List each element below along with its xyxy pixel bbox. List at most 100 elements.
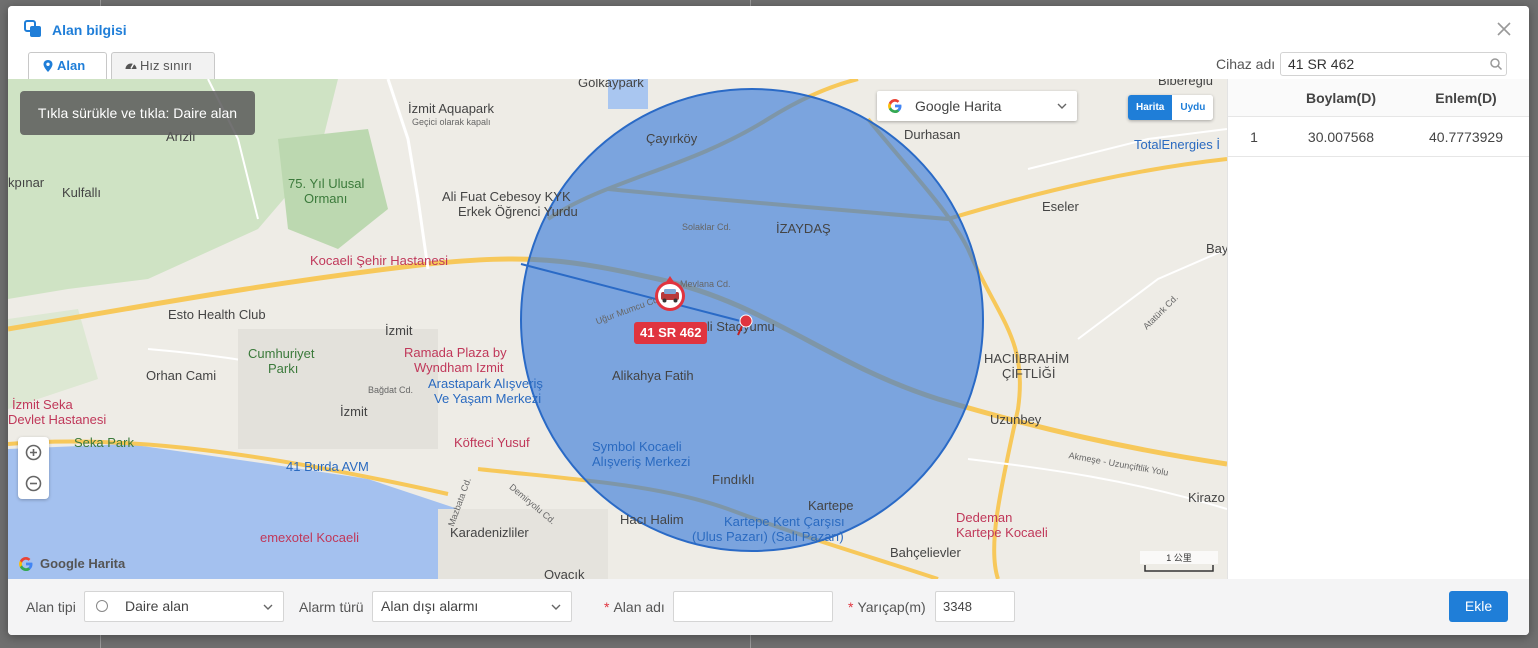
form-footer: Alan tipi Daire alan Alarm türü Alan dış… <box>8 579 1529 635</box>
map-label: Ormanı <box>304 191 348 206</box>
radius-input[interactable] <box>935 591 1015 622</box>
zoom-in-icon[interactable] <box>18 437 49 468</box>
zoom-out-icon[interactable] <box>18 468 49 499</box>
map-label: 75. Yıl Ulusal <box>288 176 365 191</box>
map-label: Bay <box>1206 241 1227 256</box>
map-label: Ovacık <box>544 567 585 579</box>
add-button[interactable]: Ekle <box>1449 591 1508 622</box>
map-view-toggle: Harita Uydu <box>1128 95 1214 120</box>
row-index: 1 <box>1250 129 1258 145</box>
tab-area[interactable]: Alan <box>28 52 107 79</box>
map-label: Orhan Cami <box>146 368 217 383</box>
alarm-type-label: Alarm türü <box>299 599 364 615</box>
speedometer-icon <box>125 63 137 69</box>
map-label: Bibereğlu <box>1158 79 1213 88</box>
map-canvas[interactable]: Gölkaypark İzmit Aquapark Geçici olarak … <box>8 79 1227 579</box>
area-info-modal: Alan bilgisi Alan Hız sınırı Cihaz adı 4… <box>8 6 1529 635</box>
map-label: (Ulus Pazarı) (Salı Pazarı) <box>692 529 844 544</box>
area-name-label: * Alan adı <box>604 599 665 615</box>
coordinates-table: Boylam(D) Enlem(D) 1 30.007568 40.777392… <box>1227 79 1529 579</box>
map-label: İzmit Aquapark <box>408 101 494 116</box>
map-label: İzmit Seka <box>12 397 73 412</box>
map-label: Geçici olarak kapalı <box>412 117 491 127</box>
search-icon[interactable] <box>1489 57 1503 71</box>
car-icon <box>655 276 685 311</box>
map-label: Alışveriş Merkezi <box>592 454 691 469</box>
longitude-cell: 30.007568 <box>1307 129 1375 145</box>
map-provider-select[interactable]: Google Harita <box>877 91 1077 121</box>
circle-shape-icon <box>96 600 108 612</box>
map-label: Hacı Halim <box>620 512 684 527</box>
chevron-down-icon <box>1057 103 1067 109</box>
alarm-type-value: Alan dışı alarmı <box>381 598 479 614</box>
map-label: HACIİBRAHİM <box>984 351 1070 366</box>
alarm-type-select[interactable]: Alan dışı alarmı <box>372 591 572 622</box>
tab-speed-limit-label: Hız sınırı <box>140 58 193 73</box>
map-label: Kulfallı <box>62 185 102 200</box>
map-label: Çayırköy <box>646 131 698 146</box>
map-label: Fındıklı <box>712 472 755 487</box>
pin-icon <box>737 314 753 336</box>
column-header <box>1228 79 1280 117</box>
map-label: emexotel Kocaeli <box>260 530 359 545</box>
map-label: Mevlana Cd. <box>680 279 731 289</box>
tab-area-label: Alan <box>57 58 86 73</box>
view-satellite-button[interactable]: Uydu <box>1172 95 1214 120</box>
map-base-layer <box>8 79 1227 579</box>
zoom-control <box>18 437 49 499</box>
vehicle-marker[interactable] <box>653 276 687 316</box>
close-icon[interactable] <box>1495 20 1513 38</box>
google-icon <box>19 557 33 571</box>
area-name-label-text: Alan adı <box>613 599 665 615</box>
latitude-cell: 40.7773929 <box>1429 129 1503 145</box>
map-label: Uzunbey <box>990 412 1042 427</box>
map-label: Parkı <box>268 361 299 376</box>
map-label: Devlet Hastanesi <box>8 412 107 427</box>
area-name-input[interactable] <box>673 591 833 622</box>
map-label: İzmit <box>385 323 413 338</box>
map-label: Bahçelievler <box>890 545 961 560</box>
map-label: Eseler <box>1042 199 1079 214</box>
required-marker: * <box>604 599 610 615</box>
column-header: Enlem(D) <box>1435 90 1497 106</box>
map-label: Dedeman <box>956 510 1013 525</box>
center-pin[interactable] <box>736 313 754 337</box>
map-label: Kartepe <box>808 498 854 513</box>
map-label: Kocaeli Şehir Hastanesi <box>310 253 449 268</box>
vehicle-label: 41 SR 462 <box>634 322 708 344</box>
map-label: Arastapark Alışveriş <box>428 376 543 391</box>
map-label: Ali Fuat Cebesoy KYK <box>442 189 571 204</box>
map-label: Karadenizliler <box>450 525 529 540</box>
modal-header: Alan bilgisi <box>8 6 1529 52</box>
map-label: Bağdat Cd. <box>368 385 414 395</box>
device-name-label: Cihaz adı <box>1216 56 1276 72</box>
chevron-down-icon <box>263 604 273 610</box>
radius-label-text: Yarıçap(m) <box>857 599 926 615</box>
map-label: Wyndham Izmit <box>414 360 504 375</box>
area-type-select[interactable]: Daire alan <box>84 591 284 622</box>
map-label: Solaklar Cd. <box>682 222 732 232</box>
area-type-value: Daire alan <box>125 598 189 614</box>
map-label: Köfteci Yusuf <box>454 435 530 450</box>
layers-icon <box>24 20 41 37</box>
map-label: Erkek Öğrenci Yurdu <box>458 204 578 219</box>
tab-speed-limit[interactable]: Hız sınırı <box>111 52 215 79</box>
map-label: Alikahya Fatih <box>612 368 694 383</box>
radius-label: * Yarıçap(m) <box>848 599 926 615</box>
map-label: 41 Burda AVM <box>286 459 369 474</box>
map-scale-text: 1 公里 <box>1140 551 1218 564</box>
device-search-input[interactable] <box>1280 52 1507 76</box>
map-label: Seka Park <box>74 435 134 450</box>
map-label: İZAYDAŞ <box>776 221 831 236</box>
draw-hint: Tıkla sürükle ve tıkla: Daire alan <box>20 91 255 135</box>
view-map-button[interactable]: Harita <box>1128 95 1173 120</box>
map-label: Esto Health Club <box>168 307 266 322</box>
map-label: Kartepe Kent Çarşısı <box>724 514 845 529</box>
modal-title: Alan bilgisi <box>52 22 127 38</box>
map-label: Kirazo <box>1188 490 1225 505</box>
map-label: Symbol Kocaeli <box>592 439 682 454</box>
scale-bar <box>1144 565 1214 572</box>
table-row[interactable]: 1 30.007568 40.7773929 <box>1228 117 1529 157</box>
map-label: Gölkaypark <box>578 79 644 90</box>
required-marker: * <box>848 599 854 615</box>
